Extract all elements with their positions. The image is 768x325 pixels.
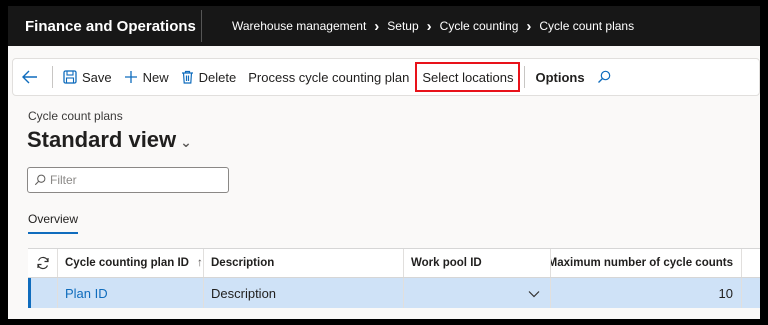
save-button[interactable]: Save [57, 63, 118, 91]
table-row[interactable]: Plan ID Description 10 [28, 278, 760, 308]
chevron-right-icon: › [426, 17, 432, 35]
chevron-down-icon [528, 286, 540, 301]
column-header-plan-id-label: Cycle counting plan ID [65, 257, 189, 269]
action-pane: Save New Delete Process cycle counting p… [12, 58, 760, 96]
column-header-description[interactable]: Description [204, 249, 404, 277]
select-locations-button[interactable]: Select locations [415, 62, 521, 92]
column-header-plan-id[interactable]: Cycle counting plan ID ↑ [58, 249, 204, 277]
page-breadcrumb: Cycle count plans [28, 109, 123, 123]
filter-input[interactable]: Filter [27, 167, 229, 193]
refresh-icon [36, 256, 49, 270]
delete-label: Delete [198, 69, 237, 85]
page-title: Standard view [27, 127, 177, 152]
column-header-work-pool-id[interactable]: Work pool ID [404, 249, 551, 277]
action-divider [52, 66, 53, 88]
app-title[interactable]: Finance and Operations [8, 18, 201, 35]
process-cycle-counting-plan-button[interactable]: Process cycle counting plan [242, 63, 415, 91]
plus-icon [124, 70, 138, 84]
search-icon [34, 174, 46, 186]
refresh-button[interactable] [28, 249, 58, 277]
delete-button[interactable]: Delete [175, 63, 243, 91]
action-divider [524, 66, 526, 88]
filter-placeholder: Filter [50, 173, 77, 187]
breadcrumb-cycle-count-plans[interactable]: Cycle count plans [539, 19, 634, 33]
breadcrumb: Warehouse management › Setup › Cycle cou… [232, 18, 634, 35]
save-label: Save [82, 69, 112, 85]
sort-ascending-icon: ↑ [196, 257, 203, 269]
breadcrumb-warehouse-management[interactable]: Warehouse management [232, 19, 366, 33]
chevron-right-icon: › [526, 17, 532, 35]
options-button[interactable]: Options [529, 63, 590, 91]
new-button[interactable]: New [118, 63, 175, 91]
view-selector[interactable]: Standard view ⌄ [27, 127, 192, 153]
nav-divider [201, 10, 202, 42]
work-pool-id-select[interactable] [404, 278, 551, 308]
row-selector[interactable] [28, 278, 58, 308]
new-label: New [142, 69, 169, 85]
top-nav-bar: Finance and Operations Warehouse managem… [8, 6, 760, 46]
breadcrumb-cycle-counting[interactable]: Cycle counting [440, 19, 519, 33]
plan-id-cell[interactable]: Plan ID [58, 278, 204, 308]
search-icon [597, 70, 611, 84]
max-cycle-counts-cell[interactable]: 10 [551, 278, 742, 308]
app-frame: Finance and Operations Warehouse managem… [8, 6, 760, 319]
grid-header-row: Cycle counting plan ID ↑ Description Wor… [28, 248, 760, 278]
trash-icon [181, 70, 194, 84]
breadcrumb-setup[interactable]: Setup [387, 19, 418, 33]
column-header-max-cycle-counts[interactable]: Maximum number of cycle counts [551, 249, 742, 277]
description-cell[interactable]: Description [204, 278, 404, 308]
cycle-count-plans-grid: Cycle counting plan ID ↑ Description Wor… [28, 248, 760, 308]
back-button[interactable] [13, 63, 48, 91]
save-icon [63, 70, 77, 84]
chevron-right-icon: › [374, 17, 380, 35]
search-button[interactable] [591, 63, 622, 91]
chevron-down-icon: ⌄ [180, 133, 192, 150]
tab-overview[interactable]: Overview [28, 212, 79, 234]
back-arrow-icon [22, 70, 37, 84]
